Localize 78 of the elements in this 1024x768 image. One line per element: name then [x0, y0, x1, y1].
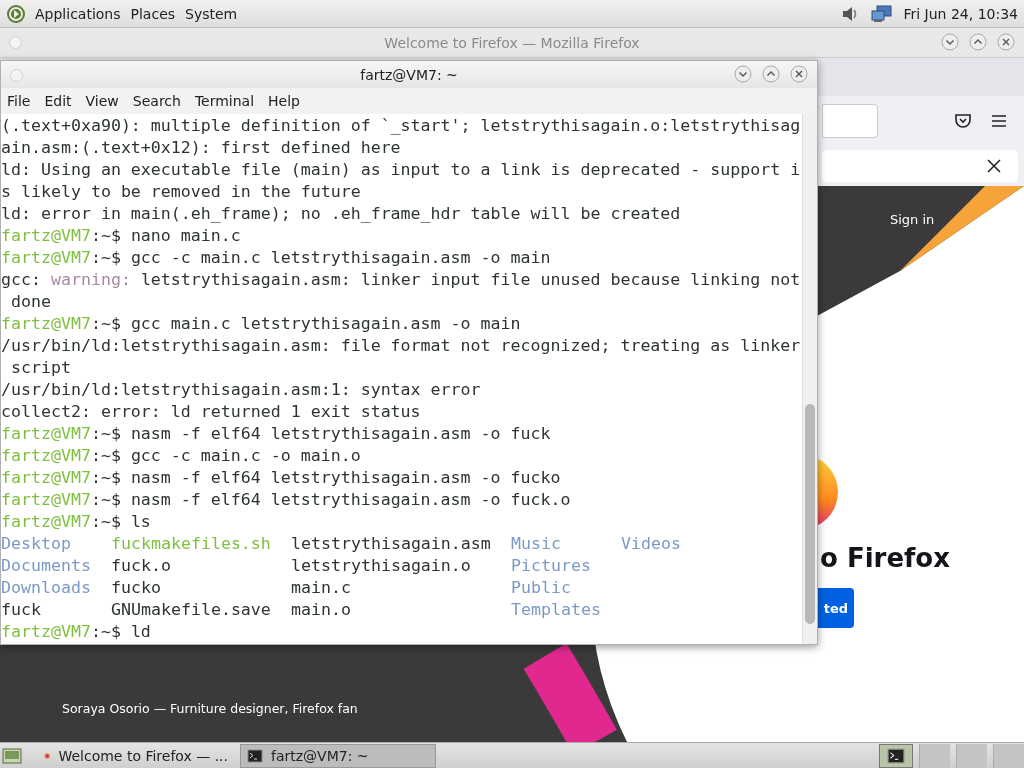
- file-name: letstrythisagain.o: [291, 555, 471, 577]
- network-icon[interactable]: [871, 4, 894, 23]
- menu-item[interactable]: File: [7, 93, 31, 109]
- menu-item[interactable]: Terminal: [194, 93, 255, 109]
- terminal-line: s likely to be removed in the future: [1, 181, 362, 203]
- file-name: letstrythisagain.asm: [291, 533, 491, 555]
- file-name: fucko: [111, 577, 161, 599]
- file-name: main.o: [291, 599, 351, 621]
- terminal-line: done: [10, 291, 52, 313]
- minimize-button[interactable]: [941, 33, 959, 51]
- terminal-line: ain.asm:(.text+0x12): first defined here: [1, 137, 402, 159]
- terminal-line: ld: error in main(.eh_frame); no .eh_frame_hdr table will be created: [1, 203, 682, 225]
- sign-in-link[interactable]: Sign in: [890, 212, 935, 227]
- panel-menu[interactable]: System: [184, 5, 239, 22]
- file-name: fuckmakefiles.sh: [111, 533, 271, 555]
- window-menu-button[interactable]: [10, 69, 23, 82]
- terminal-line: collect2: error: ld returned 1 exit status: [1, 401, 422, 423]
- file-name: fuck: [1, 599, 41, 621]
- file-name: Music: [511, 533, 561, 555]
- terminal-line: /usr/bin/ld:letstrythisagain.asm:1: syntax error: [1, 379, 482, 401]
- terminal-icon: [247, 747, 263, 764]
- terminal-line: gcc: warning: letstrythisagain.asm: linker input file unused because linking not: [1, 269, 802, 291]
- workspace-button[interactable]: [919, 743, 950, 768]
- menu-item[interactable]: View: [85, 93, 119, 109]
- terminal-line: fartz@VM7:~$ gcc -c main.c letstrythisagain.asm -o main: [1, 247, 552, 269]
- file-name: GNUmakefile.save: [111, 599, 271, 621]
- terminal-line: script: [10, 357, 72, 379]
- close-button[interactable]: [997, 33, 1015, 51]
- file-name: Videos: [621, 533, 681, 555]
- pocket-icon[interactable]: [954, 112, 972, 130]
- workspace-switcher[interactable]: [879, 743, 913, 768]
- menu-icon[interactable]: [990, 112, 1008, 130]
- window-title: Welcome to Firefox — Mozilla Firefox: [384, 34, 640, 51]
- file-name: Pictures: [511, 555, 591, 577]
- terminal-line: /usr/bin/ld:letstrythisagain.asm: file format not recognized; treating as linker: [1, 335, 802, 357]
- window-title: fartz@VM7: ~: [360, 66, 458, 83]
- file-name: Documents: [1, 555, 91, 577]
- get-started-button[interactable]: ted: [818, 588, 854, 628]
- menu-item[interactable]: Help: [268, 93, 300, 109]
- file-name: Templates: [511, 599, 601, 621]
- taskbar-button[interactable]: Welcome to Firefox — ...: [38, 743, 234, 768]
- menu-item[interactable]: Search: [132, 93, 181, 109]
- file-name: Downloads: [1, 577, 91, 599]
- panel-menu[interactable]: Applications: [34, 5, 122, 22]
- file-name: Desktop: [1, 533, 71, 555]
- scrollbar[interactable]: [802, 114, 817, 644]
- terminal-line: fartz@VM7:~$ gcc -c main.c -o main.o: [1, 445, 362, 467]
- close-icon[interactable]: [986, 158, 1002, 174]
- terminal-icon: [887, 746, 905, 765]
- close-button[interactable]: [790, 65, 808, 83]
- workspace-button[interactable]: [956, 743, 987, 768]
- window-menu-button[interactable]: [9, 36, 22, 49]
- panel-menu[interactable]: Places: [129, 5, 177, 22]
- terminal-line: fartz@VM7:~$ ld: [1, 621, 152, 643]
- terminal-line: fartz@VM7:~$ ls: [1, 511, 152, 533]
- page-heading: o Firefox: [820, 543, 950, 573]
- terminal-line: fartz@VM7:~$ nano main.c: [1, 225, 242, 247]
- file-name: main.c: [291, 577, 351, 599]
- terminal-line: ld: Using an executable file (main) as input to a link is deprecated - support i: [1, 159, 802, 181]
- url-field[interactable]: [822, 104, 878, 138]
- terminal-line: fartz@VM7:~$ nasm -f elf64 letstrythisagain.asm -o fuck.o: [1, 489, 572, 511]
- terminal-line: fartz@VM7:~$ gcc main.c letstrythisagain.asm -o main: [1, 313, 522, 335]
- file-name: fuck.o: [111, 555, 171, 577]
- maximize-button[interactable]: [969, 33, 987, 51]
- show-desktop-icon[interactable]: [2, 745, 22, 766]
- terminal-line: fartz@VM7:~$ nasm -f elf64 letstrythisagain.asm -o fucko: [1, 467, 562, 489]
- taskbar-button[interactable]: fartz@VM7: ~: [240, 743, 436, 768]
- photo-caption: Soraya Osorio — Furniture designer, Firefox fan: [62, 701, 358, 716]
- scrollbar-thumb[interactable]: [805, 404, 815, 624]
- terminal-line: (.text+0xa90): multiple definition of `_start'; letstrythisagain.o:letstrythisag: [1, 115, 802, 137]
- distro-logo-icon[interactable]: [6, 3, 26, 24]
- terminal-line: fartz@VM7:~$ nasm -f elf64 letstrythisagain.asm -o fuck: [1, 423, 552, 445]
- menu-item[interactable]: Edit: [44, 93, 72, 109]
- clock[interactable]: Fri Jun 24, 10:34: [903, 5, 1018, 22]
- workspace-button[interactable]: [993, 743, 1024, 768]
- minimize-button[interactable]: [734, 65, 752, 83]
- maximize-button[interactable]: [762, 65, 780, 83]
- file-name: Public: [511, 577, 571, 599]
